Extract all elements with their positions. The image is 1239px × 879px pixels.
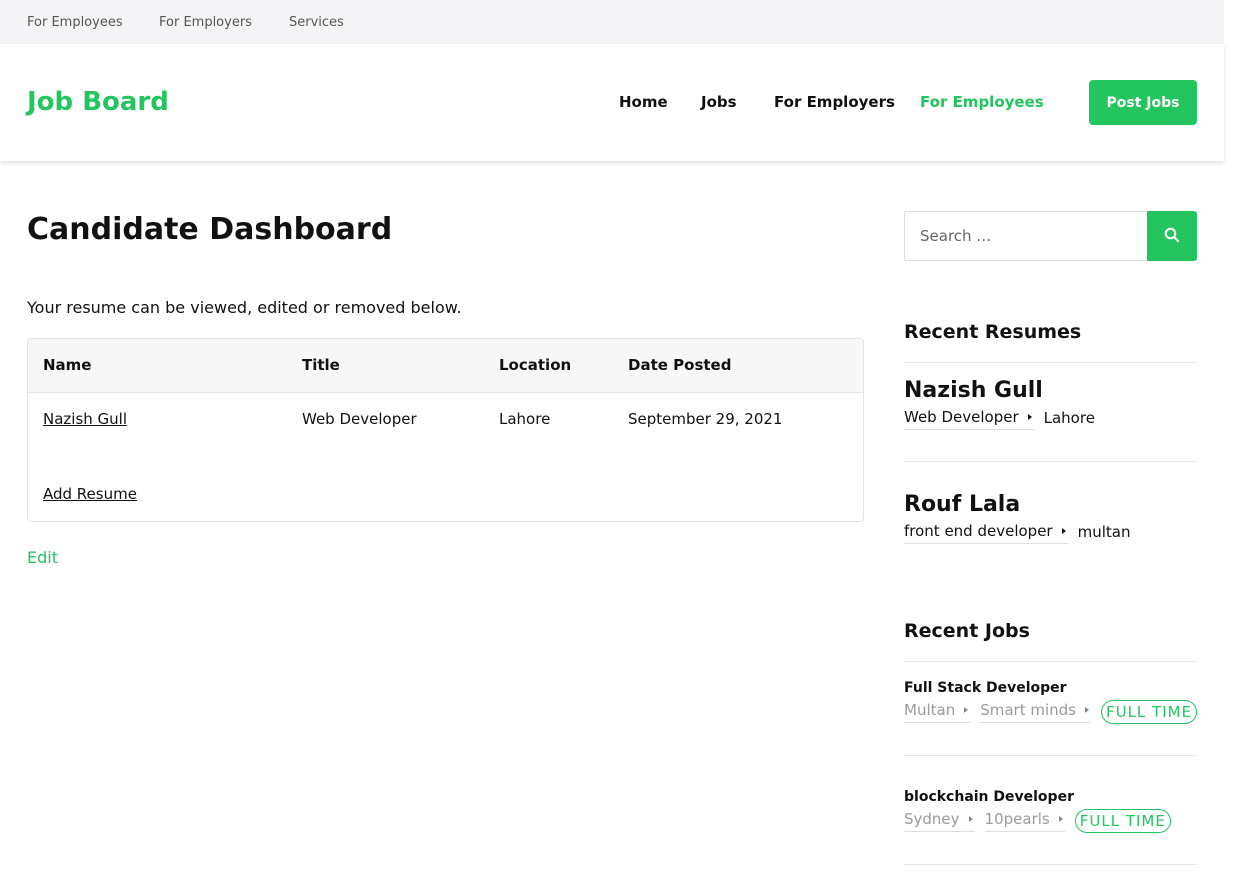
recent-job-location: Multan [904,701,971,723]
topbar-link-for-employees[interactable]: For Employees [27,15,123,30]
caret-right-icon [1027,414,1032,420]
nav-item-home[interactable]: Home [619,93,668,111]
topbar-link-services[interactable]: Services [289,15,344,30]
recent-job-location-text: Sydney [904,810,960,828]
recent-job-company-text: 10pearls [984,810,1050,828]
caret-right-icon [1061,528,1066,534]
add-resume-link[interactable]: Add Resume [43,485,137,503]
page-title: Candidate Dashboard [27,212,393,247]
caret-right-icon [1058,816,1063,822]
search-icon [1164,227,1180,246]
recent-resume-location: multan [1077,522,1131,541]
recent-job-meta: Multan Smart minds FULL TIME [904,700,1198,724]
recent-resume-location: Lahore [1043,408,1095,427]
recent-job-company: 10pearls [984,810,1065,832]
recent-job-meta: Sydney 10pearls FULL TIME [904,809,1171,833]
post-jobs-button[interactable]: Post Jobs [1089,80,1197,125]
recent-job-title[interactable]: Full Stack Developer [904,680,1067,696]
nav-item-for-employees[interactable]: For Employees [920,93,1044,111]
divider [904,755,1197,756]
divider [904,362,1197,363]
edit-link[interactable]: Edit [27,548,58,567]
resume-name-link[interactable]: Nazish Gull [43,410,127,428]
recent-job-company-text: Smart minds [980,701,1076,719]
caret-right-icon [1084,707,1089,713]
recent-job-location: Sydney [904,810,975,832]
job-type-badge: FULL TIME [1100,700,1198,724]
topbar-link-for-employers[interactable]: For Employers [159,15,252,30]
column-header-location: Location [499,356,572,374]
resume-title-cell: Web Developer [302,410,417,428]
divider [904,661,1197,662]
recent-resume-name[interactable]: Nazish Gull [904,378,1043,403]
caret-right-icon [964,707,969,713]
table-header: Name Title Location Date Posted [28,339,863,393]
recent-resume-meta: front end developer multan [904,522,1130,544]
search-input[interactable] [904,211,1148,261]
recent-resumes-title: Recent Resumes [904,321,1082,343]
recent-resume-name[interactable]: Rouf Lala [904,492,1020,517]
recent-jobs-title: Recent Jobs [904,620,1030,642]
resume-date-cell: September 29, 2021 [628,410,783,428]
column-header-title: Title [302,356,340,374]
recent-resume-title: Web Developer [904,408,1034,430]
recent-resume-title-text: Web Developer [904,408,1019,426]
job-type-badge: FULL TIME [1074,809,1171,833]
caret-right-icon [968,816,973,822]
resume-table: Name Title Location Date Posted Nazish G… [27,338,864,522]
intro-text: Your resume can be viewed, edited or rem… [27,298,462,317]
recent-job-title[interactable]: blockchain Developer [904,789,1074,805]
site-header: Job Board Home Jobs For Employers For Em… [0,44,1224,161]
top-bar: For Employees For Employers Services [0,0,1224,44]
nav-item-for-employers[interactable]: For Employers [774,93,895,111]
divider [904,864,1197,865]
recent-resume-title-text: front end developer [904,522,1053,540]
column-header-date-posted: Date Posted [628,356,732,374]
resume-location-cell: Lahore [499,410,551,428]
nav-item-jobs[interactable]: Jobs [701,93,737,111]
search-button[interactable] [1147,211,1197,261]
recent-job-company: Smart minds [980,701,1091,723]
recent-resume-meta: Web Developer Lahore [904,408,1095,430]
divider [904,461,1197,462]
recent-resume-title: front end developer [904,522,1068,544]
recent-job-location-text: Multan [904,701,956,719]
site-logo[interactable]: Job Board [27,87,169,117]
column-header-name: Name [43,356,92,374]
